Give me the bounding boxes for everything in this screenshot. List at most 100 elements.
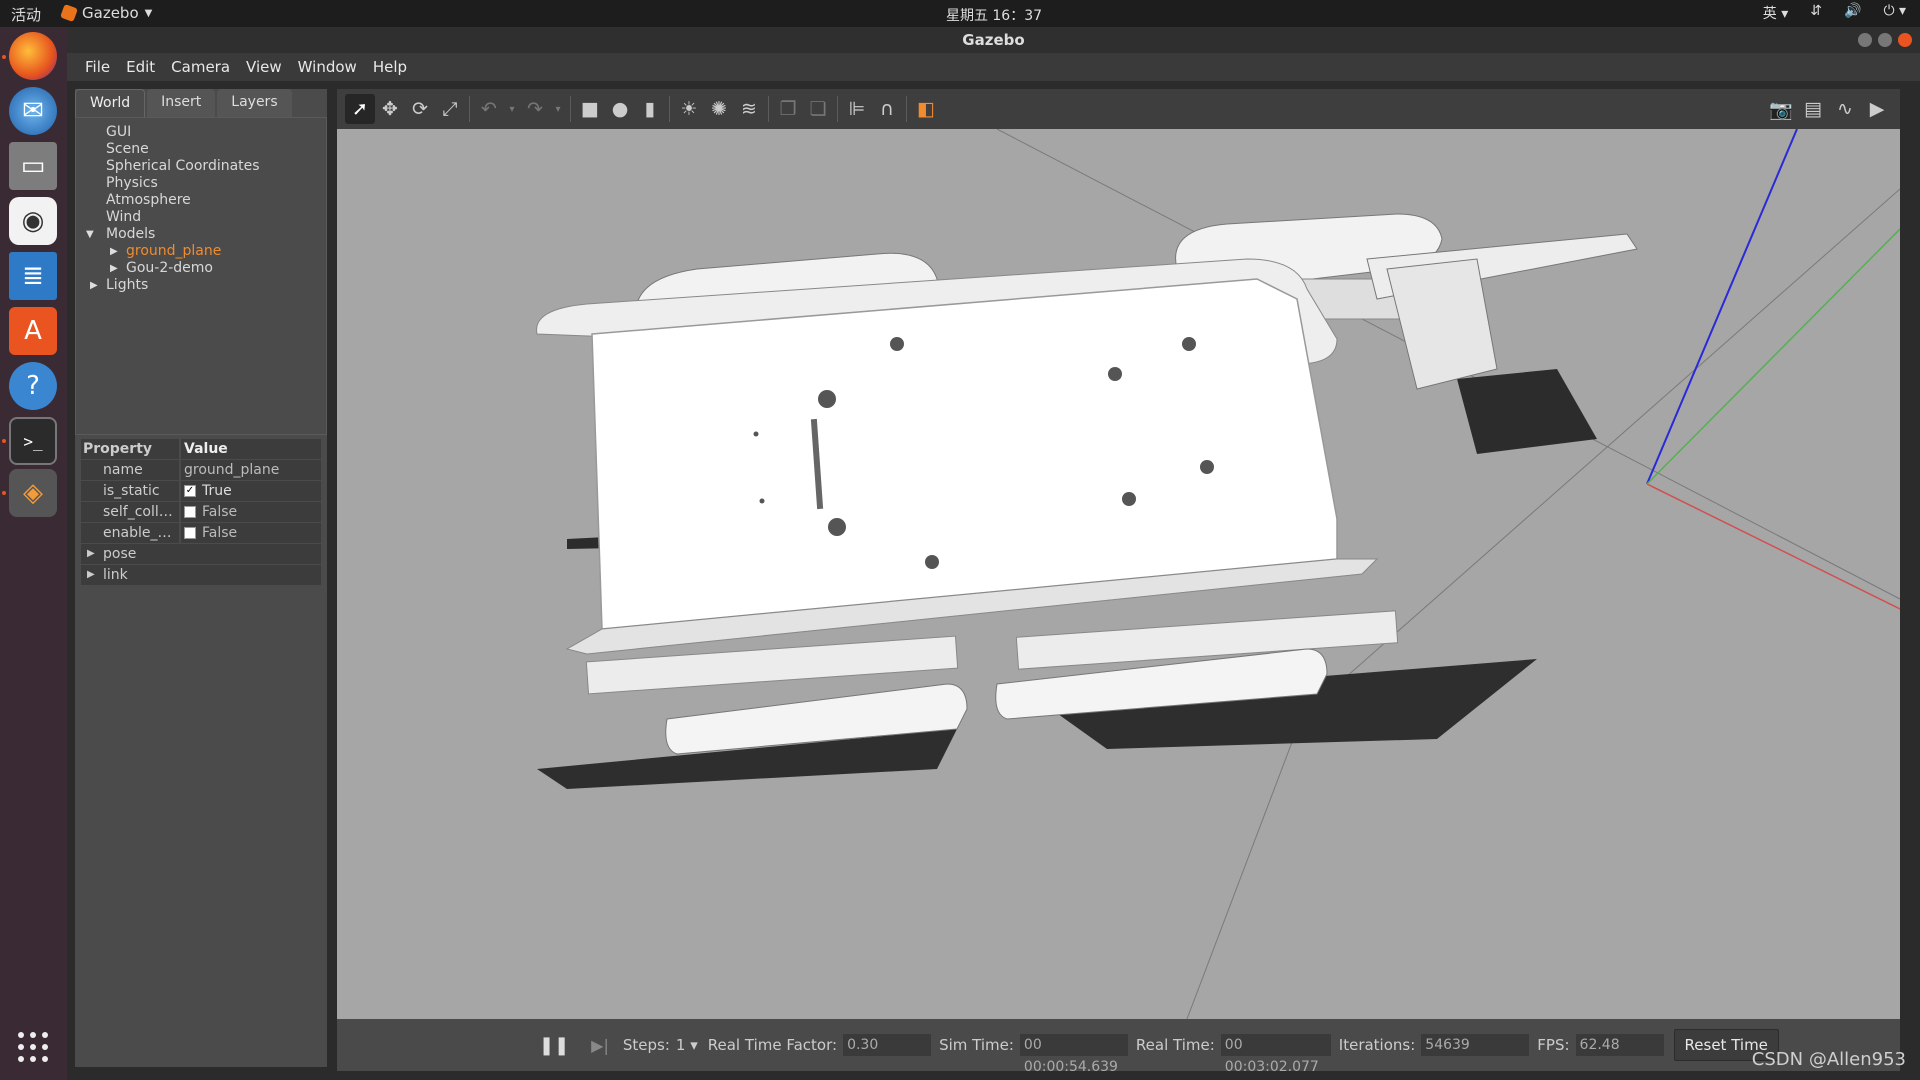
- expand-right-icon[interactable]: ▶: [110, 243, 118, 260]
- checkbox-unchecked[interactable]: [184, 506, 196, 518]
- volume-icon[interactable]: 🔊: [1844, 3, 1861, 23]
- power-icon[interactable]: ⏻ ▾: [1883, 3, 1906, 23]
- menu-camera[interactable]: Camera: [165, 56, 236, 78]
- property-key: is_static: [81, 481, 179, 501]
- expand-right-icon[interactable]: ▶: [110, 260, 118, 277]
- window-title: Gazebo: [962, 31, 1025, 49]
- mount-hole: [753, 431, 759, 437]
- snap-icon[interactable]: ∩: [872, 94, 902, 124]
- x-axis-line: [1646, 483, 1900, 610]
- rtf-field: 0.30: [843, 1034, 932, 1056]
- tree-item-gou-2-demo[interactable]: ▶ Gou-2-demo: [76, 260, 326, 277]
- sim-time-field: 00 00:00:54.639: [1019, 1034, 1128, 1075]
- 3d-viewport[interactable]: ➚ ✥ ⟳ ⤢ ↶ ▾ ↷ ▾ ■ ● ▮ ☀ ✺ ≋ ❐ ❏ ⊫ ∩ ◧ 📷 …: [337, 89, 1900, 1019]
- menu-view[interactable]: View: [240, 56, 288, 78]
- spot-light-icon[interactable]: ✺: [704, 94, 734, 124]
- system-tray[interactable]: 英 ▾ ⇵ 🔊 ⏻ ▾: [1763, 3, 1906, 23]
- paste-icon[interactable]: ❏: [803, 94, 833, 124]
- expand-right-icon[interactable]: ▶: [90, 277, 98, 294]
- undo-history-icon[interactable]: ▾: [504, 94, 520, 124]
- panel-tabs: World Insert Layers: [75, 89, 292, 117]
- window-titlebar[interactable]: Gazebo: [67, 27, 1920, 53]
- copy-icon[interactable]: ❐: [773, 94, 803, 124]
- redo-history-icon[interactable]: ▾: [550, 94, 566, 124]
- steps-label: Steps:: [622, 1036, 670, 1054]
- screenshot-icon[interactable]: 📷: [1766, 94, 1796, 124]
- tab-insert[interactable]: Insert: [147, 89, 216, 117]
- running-indicator: [2, 491, 6, 495]
- box-shape-icon[interactable]: ■: [575, 94, 605, 124]
- expand-down-icon[interactable]: ▼: [86, 226, 94, 243]
- tab-layers[interactable]: Layers: [217, 89, 292, 117]
- tree-item-scene[interactable]: Scene: [76, 141, 326, 158]
- terminal-icon[interactable]: >_: [9, 417, 57, 465]
- sim-time-label: Sim Time:: [939, 1036, 1014, 1054]
- maximize-button[interactable]: [1878, 33, 1892, 47]
- step-icon[interactable]: ▶|: [591, 1036, 609, 1055]
- menu-edit[interactable]: Edit: [120, 56, 161, 78]
- scale-mode-icon[interactable]: ⤢: [435, 94, 465, 124]
- property-value: False: [202, 525, 238, 541]
- rhythmbox-icon[interactable]: ◉: [9, 197, 57, 245]
- tree-item-wind[interactable]: Wind: [76, 209, 326, 226]
- scene-render[interactable]: [337, 129, 1900, 1019]
- property-value[interactable]: ground_plane: [179, 460, 321, 480]
- network-icon[interactable]: ⇵: [1810, 3, 1822, 23]
- property-group-pose[interactable]: ▶ pose: [81, 544, 321, 564]
- steps-value: 1: [675, 1036, 686, 1054]
- close-button[interactable]: [1898, 33, 1912, 47]
- expand-right-icon: ▶: [87, 569, 95, 580]
- mount-hole: [1108, 367, 1122, 381]
- mount-hole: [818, 390, 836, 408]
- tree-item-models-label: Models: [106, 226, 156, 242]
- menu-window[interactable]: Window: [292, 56, 363, 78]
- gazebo-dock-icon[interactable]: ◈: [9, 469, 57, 517]
- mount-hole: [1182, 337, 1196, 351]
- tree-item-gui[interactable]: GUI: [76, 124, 326, 141]
- software-center-icon[interactable]: A: [9, 307, 57, 355]
- ime-indicator[interactable]: 英 ▾: [1763, 3, 1788, 23]
- pause-icon[interactable]: ❚❚: [539, 1035, 569, 1056]
- tab-world[interactable]: World: [75, 89, 146, 117]
- align-icon[interactable]: ⊫: [842, 94, 872, 124]
- view-angle-icon[interactable]: ◧: [911, 94, 941, 124]
- property-group-link[interactable]: ▶ link: [81, 565, 321, 585]
- files-icon[interactable]: ▭: [9, 142, 57, 190]
- directional-light-icon[interactable]: ≋: [734, 94, 764, 124]
- expand-right-icon: ▶: [87, 548, 95, 559]
- log-icon[interactable]: ▤: [1798, 94, 1828, 124]
- rotate-mode-icon[interactable]: ⟳: [405, 94, 435, 124]
- steps-spinbox[interactable]: 1 ▾: [676, 1036, 698, 1054]
- cylinder-shape-icon[interactable]: ▮: [635, 94, 665, 124]
- select-mode-icon[interactable]: ➚: [345, 94, 375, 124]
- libreoffice-writer-icon[interactable]: ≣: [9, 252, 57, 300]
- value-column-header: Value: [179, 439, 321, 459]
- tree-item-lights[interactable]: ▶ Lights: [76, 277, 326, 294]
- menu-file[interactable]: File: [79, 56, 116, 78]
- fps-field: 62.48: [1575, 1034, 1664, 1056]
- property-value: True: [202, 483, 232, 499]
- redo-icon[interactable]: ↷: [520, 94, 550, 124]
- checkbox-unchecked[interactable]: [184, 527, 196, 539]
- property-key: self_coll…: [81, 502, 179, 522]
- property-group-label: link: [103, 567, 128, 583]
- menu-help[interactable]: Help: [367, 56, 413, 78]
- show-applications-button[interactable]: [18, 1032, 48, 1062]
- sphere-shape-icon[interactable]: ●: [605, 94, 635, 124]
- clock[interactable]: 星期五 16：37: [0, 5, 1920, 25]
- tree-item-physics[interactable]: Physics: [76, 175, 326, 192]
- checkbox-checked[interactable]: ✓: [184, 485, 196, 497]
- translate-mode-icon[interactable]: ✥: [375, 94, 405, 124]
- firefox-icon[interactable]: [9, 32, 57, 80]
- video-record-icon[interactable]: ▶: [1862, 94, 1892, 124]
- help-icon[interactable]: ?: [9, 362, 57, 410]
- plot-icon[interactable]: ∿: [1830, 94, 1860, 124]
- undo-icon[interactable]: ↶: [474, 94, 504, 124]
- tree-item-atmosphere[interactable]: Atmosphere: [76, 192, 326, 209]
- tree-item-ground-plane[interactable]: ▶ ground_plane: [76, 243, 326, 260]
- minimize-button[interactable]: [1858, 33, 1872, 47]
- tree-item-spherical-coordinates[interactable]: Spherical Coordinates: [76, 158, 326, 175]
- tree-item-models[interactable]: ▼ Models: [76, 226, 326, 243]
- thunderbird-icon[interactable]: ✉: [9, 87, 57, 135]
- point-light-icon[interactable]: ☀: [674, 94, 704, 124]
